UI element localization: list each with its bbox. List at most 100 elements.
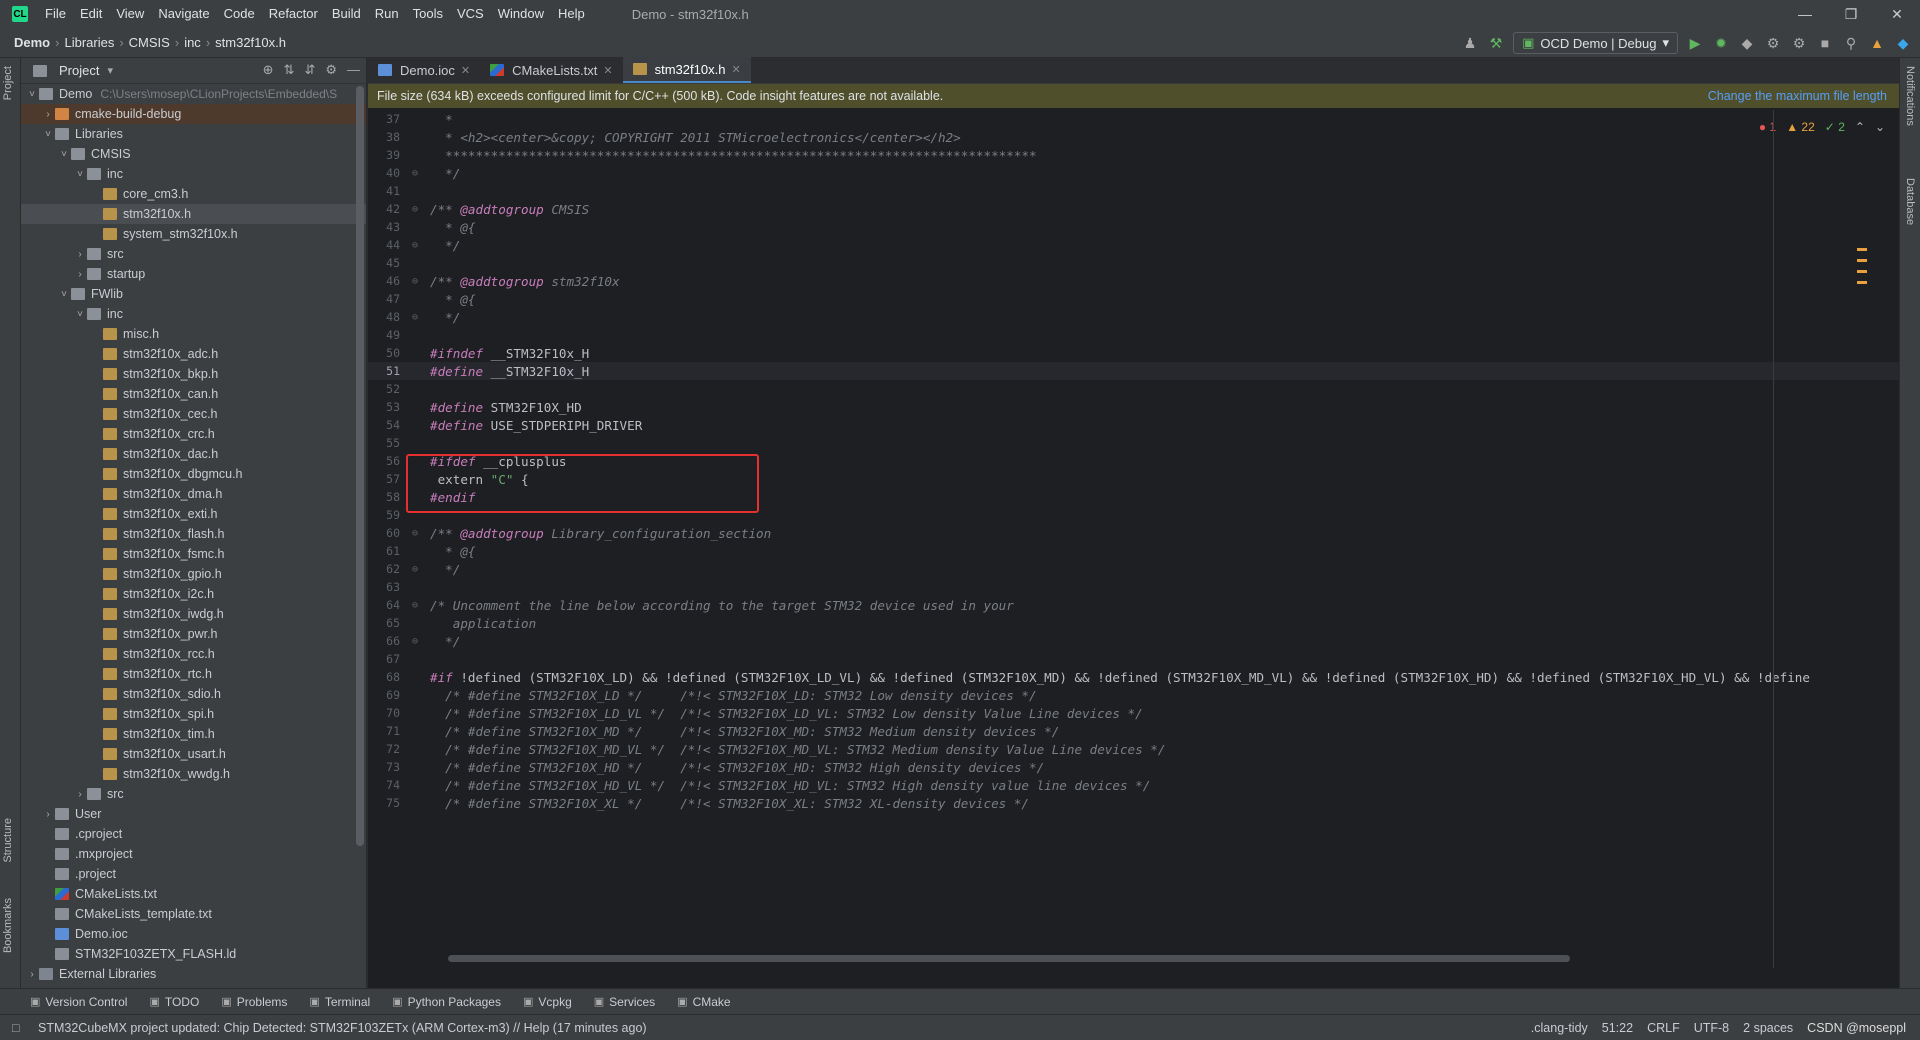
tree-item[interactable]: ˅ inc — [21, 164, 366, 184]
line-number[interactable]: 42 — [368, 202, 400, 216]
line-number[interactable]: 68 — [368, 670, 400, 684]
chevron-right-icon[interactable]: › — [73, 269, 87, 280]
tree-item[interactable]: stm32f10x_dac.h — [21, 444, 366, 464]
line-number[interactable]: 62 — [368, 562, 400, 576]
tree-item[interactable]: stm32f10x_dma.h — [21, 484, 366, 504]
close-icon[interactable]: ✕ — [461, 64, 470, 77]
menu-help[interactable]: Help — [551, 0, 592, 28]
project-panel-title[interactable]: Project — [59, 63, 99, 78]
tree-item[interactable]: CMakeLists.txt — [21, 884, 366, 904]
tree-item[interactable]: STM32F103ZETX_FLASH.ld — [21, 944, 366, 964]
tree-item[interactable]: stm32f10x_pwr.h — [21, 624, 366, 644]
menu-build[interactable]: Build — [325, 0, 368, 28]
clang-tidy-widget[interactable]: .clang-tidy — [1531, 1021, 1588, 1035]
tree-item[interactable]: system_stm32f10x.h — [21, 224, 366, 244]
breadcrumb-item[interactable]: stm32f10x.h — [213, 35, 288, 50]
editor-tab[interactable]: stm32f10x.h ✕ — [622, 57, 751, 83]
line-number[interactable]: 51 — [368, 364, 400, 378]
line-number[interactable]: 67 — [368, 652, 400, 666]
minimize-icon[interactable]: — — [1782, 0, 1828, 28]
tree-item[interactable]: › src — [21, 784, 366, 804]
debug-icon[interactable]: ✹ — [1712, 34, 1730, 52]
tree-item[interactable]: stm32f10x_adc.h — [21, 344, 366, 364]
line-number[interactable]: 46 — [368, 274, 400, 288]
line-number[interactable]: 44 — [368, 238, 400, 252]
notifications-tool-button[interactable]: Notifications — [1904, 66, 1916, 126]
database-tool-button[interactable]: Database — [1904, 178, 1916, 225]
tree-item[interactable]: stm32f10x.h — [21, 204, 366, 224]
line-number[interactable]: 60 — [368, 526, 400, 540]
breadcrumb-item[interactable]: CMSIS — [127, 35, 172, 50]
menu-navigate[interactable]: Navigate — [151, 0, 216, 28]
tool-window-python-packages[interactable]: ▣ Python Packages — [392, 995, 501, 1009]
tree-item[interactable]: stm32f10x_rtc.h — [21, 664, 366, 684]
chevron-down-icon[interactable]: ˅ — [57, 149, 71, 160]
line-number[interactable]: 57 — [368, 472, 400, 486]
line-number[interactable]: 69 — [368, 688, 400, 702]
indent-setting[interactable]: 2 spaces — [1743, 1021, 1793, 1035]
profile-icon[interactable]: ⚙ — [1764, 34, 1782, 52]
menu-vcs[interactable]: VCS — [450, 0, 491, 28]
tree-item[interactable]: misc.h — [21, 324, 366, 344]
editor-tab[interactable]: Demo.ioc ✕ — [368, 57, 480, 83]
clion-logo-icon[interactable]: CL — [12, 6, 28, 22]
chevron-down-icon[interactable]: ▾ — [107, 64, 113, 77]
line-number[interactable]: 65 — [368, 616, 400, 630]
caret-position[interactable]: 51:22 — [1602, 1021, 1633, 1035]
collapse-all-icon[interactable]: ⇵ — [304, 62, 315, 78]
bookmarks-tool-button[interactable]: Bookmarks — [2, 898, 14, 953]
menu-view[interactable]: View — [109, 0, 151, 28]
line-number[interactable]: 61 — [368, 544, 400, 558]
tree-item[interactable]: › External Libraries — [21, 964, 366, 984]
fold-marker-icon[interactable]: ⊖ — [400, 600, 430, 611]
structure-tool-button[interactable]: Structure — [2, 818, 14, 863]
project-tool-button[interactable]: Project — [2, 66, 14, 100]
line-number[interactable]: 59 — [368, 508, 400, 522]
expand-all-icon[interactable]: ⇅ — [284, 62, 295, 78]
locate-icon[interactable]: ⊕ — [263, 62, 274, 78]
tree-item[interactable]: stm32f10x_usart.h — [21, 744, 366, 764]
line-number[interactable]: 63 — [368, 580, 400, 594]
editor-horizontal-scrollbar[interactable] — [448, 955, 1570, 962]
tree-item[interactable]: .project — [21, 864, 366, 884]
line-number[interactable]: 47 — [368, 292, 400, 306]
line-number[interactable]: 75 — [368, 796, 400, 810]
line-number[interactable]: 37 — [368, 112, 400, 126]
line-number[interactable]: 70 — [368, 706, 400, 720]
line-separator[interactable]: CRLF — [1647, 1021, 1680, 1035]
status-message[interactable]: STM32CubeMX project updated: Chip Detect… — [38, 1021, 647, 1035]
stop-icon[interactable]: ■ — [1816, 34, 1834, 52]
restore-icon[interactable]: ❐ — [1828, 0, 1874, 28]
tree-item[interactable]: stm32f10x_cec.h — [21, 404, 366, 424]
tool-window-vcpkg[interactable]: ▣ Vcpkg — [523, 995, 572, 1009]
chevron-down-icon[interactable]: ˅ — [41, 129, 55, 140]
tree-item[interactable]: CMakeLists_template.txt — [21, 904, 366, 924]
tree-item[interactable]: stm32f10x_tim.h — [21, 724, 366, 744]
tree-item[interactable]: stm32f10x_fsmc.h — [21, 544, 366, 564]
line-number[interactable]: 64 — [368, 598, 400, 612]
build-hammer-icon[interactable]: ⚒ — [1487, 34, 1505, 52]
fold-marker-icon[interactable]: ⊖ — [400, 168, 430, 179]
menu-file[interactable]: File — [38, 0, 73, 28]
gear-icon[interactable]: ⚙ — [325, 62, 337, 78]
run-config-selector[interactable]: ▣ OCD Demo | Debug ▾ — [1513, 32, 1678, 54]
breadcrumb-item[interactable]: Demo — [12, 35, 52, 50]
update-icon[interactable]: ▲ — [1868, 34, 1886, 52]
line-number[interactable]: 71 — [368, 724, 400, 738]
line-number[interactable]: 54 — [368, 418, 400, 432]
breadcrumb-item[interactable]: Libraries — [62, 35, 116, 50]
menu-code[interactable]: Code — [217, 0, 262, 28]
editor-tab[interactable]: CMakeLists.txt ✕ — [480, 57, 622, 83]
hide-icon[interactable]: — — [347, 62, 360, 78]
chevron-right-icon[interactable]: › — [41, 109, 55, 120]
menu-refactor[interactable]: Refactor — [262, 0, 325, 28]
tree-item[interactable]: › User — [21, 804, 366, 824]
line-number[interactable]: 56 — [368, 454, 400, 468]
line-number[interactable]: 50 — [368, 346, 400, 360]
menu-tools[interactable]: Tools — [406, 0, 450, 28]
menu-window[interactable]: Window — [491, 0, 551, 28]
tree-item[interactable]: stm32f10x_wwdg.h — [21, 764, 366, 784]
code-editor[interactable]: 37 * 38 * <h2><center>&copy; COPYRIGHT 20… — [368, 110, 1899, 970]
line-number[interactable]: 72 — [368, 742, 400, 756]
tool-window-services[interactable]: ▣ Services — [594, 995, 655, 1009]
